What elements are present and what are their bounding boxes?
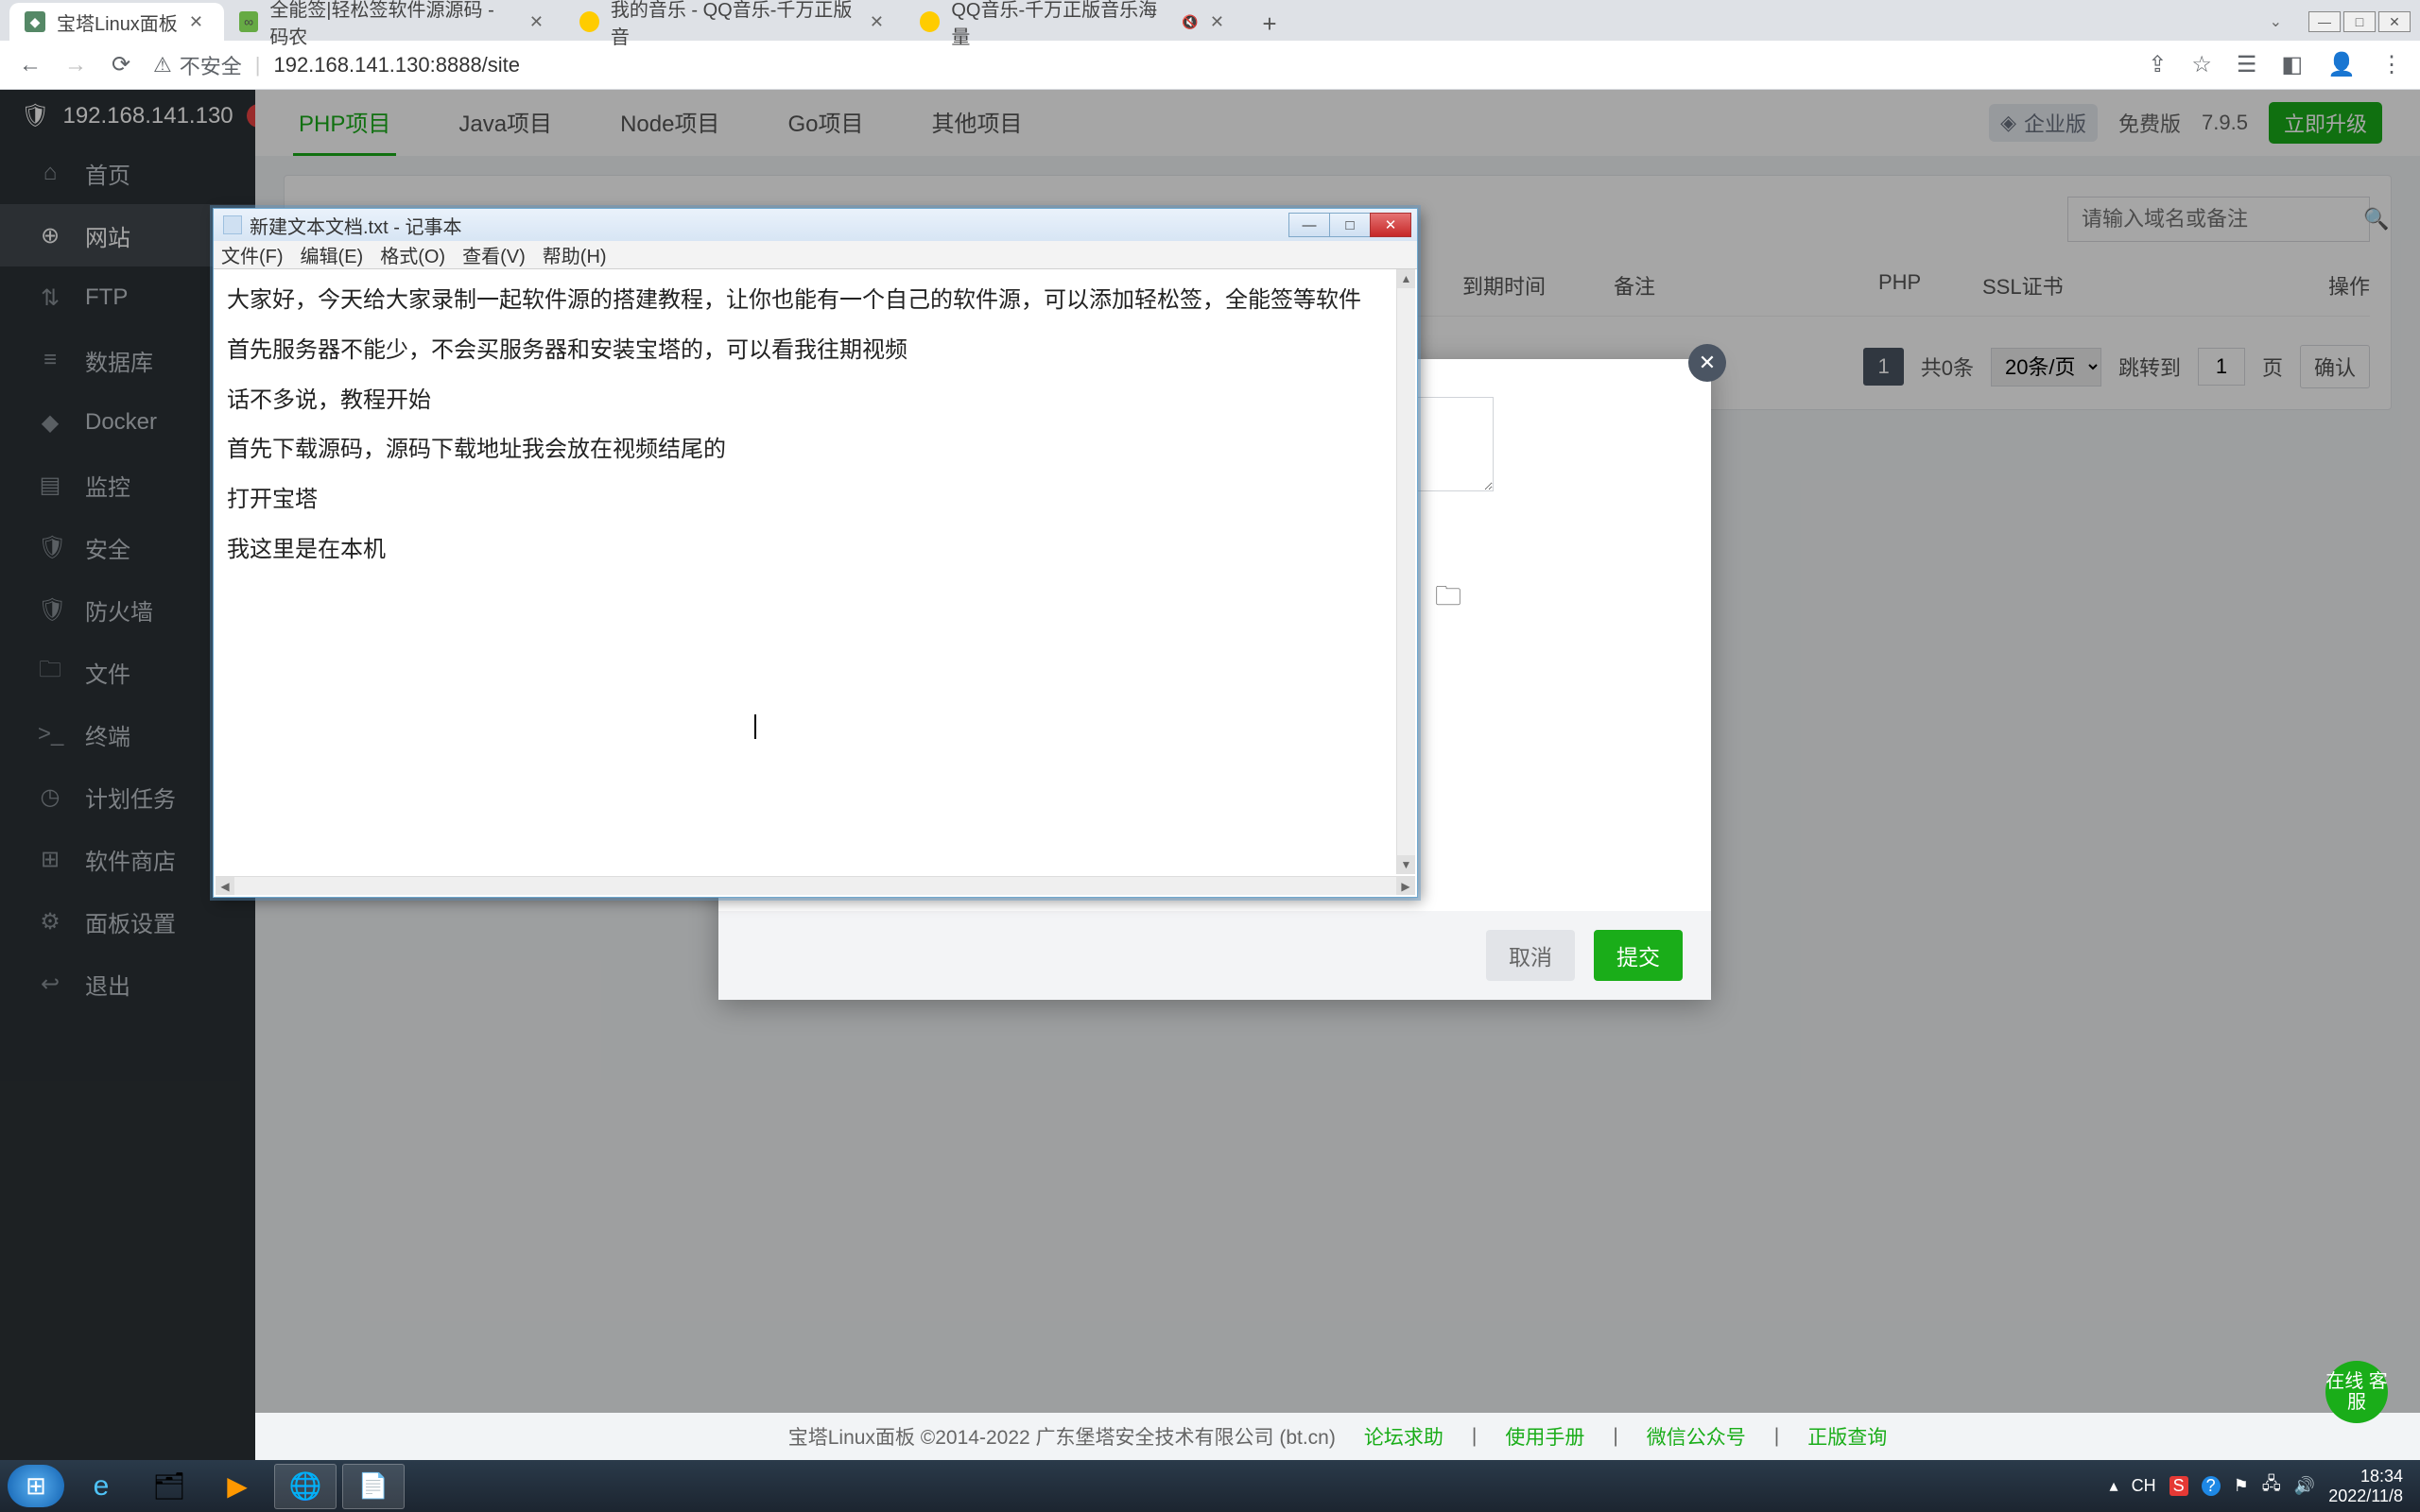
menu-edit[interactable]: 编辑(E): [301, 241, 364, 268]
browser-tabstrip: ◆ 宝塔Linux面板 ✕ ∞ 全能签|轻松签软件源源码 - 码农 ✕ 我的音乐…: [0, 0, 2420, 41]
notepad-minimize-button[interactable]: —: [1288, 213, 1330, 237]
favicon-bt-icon: ◆: [25, 11, 45, 32]
window-minimize-button[interactable]: —: [2308, 11, 2341, 32]
tray-help-icon[interactable]: ?: [2202, 1476, 2221, 1496]
start-button[interactable]: ⊞: [8, 1465, 64, 1507]
tab-close-icon[interactable]: ✕: [870, 12, 884, 32]
scroll-up-icon[interactable]: ▲: [1397, 269, 1415, 288]
taskbar-media[interactable]: ▶: [206, 1464, 268, 1509]
modal-close-button[interactable]: ✕: [1688, 344, 1726, 382]
tab-mute-icon[interactable]: 🔇: [1182, 14, 1198, 30]
notepad-app-icon: [223, 215, 242, 234]
bookmark-star-icon[interactable]: ☆: [2191, 51, 2212, 78]
panel-footer: 宝塔Linux面板 ©2014-2022 广东堡塔安全技术有限公司 (bt.cn…: [255, 1413, 2420, 1460]
browser-tab-3[interactable]: QQ音乐-千万正版音乐海量 🔇 ✕: [905, 3, 1245, 41]
menu-file[interactable]: 文件(F): [221, 241, 284, 268]
browser-tab-0[interactable]: ◆ 宝塔Linux面板 ✕: [9, 3, 224, 41]
url-field[interactable]: ⚠ 不安全 | 192.168.141.130:8888/site: [153, 48, 2129, 82]
browser-tab-1[interactable]: ∞ 全能签|轻松签软件源源码 - 码农 ✕: [224, 3, 564, 41]
tray-volume-icon[interactable]: 🔊: [2294, 1476, 2315, 1496]
notepad-textarea[interactable]: 大家好，今天给大家录制一起软件源的搭建教程，让你也能有一个自己的软件源，可以添加…: [216, 269, 1415, 874]
tray-action-icon[interactable]: ⚑: [2234, 1476, 2249, 1496]
taskbar-notepad[interactable]: 📄: [342, 1464, 405, 1509]
nav-reload-icon[interactable]: ⟳: [108, 51, 134, 78]
footer-link-manual[interactable]: 使用手册: [1505, 1422, 1584, 1451]
window-maximize-button[interactable]: □: [2343, 11, 2376, 32]
menu-format[interactable]: 格式(O): [380, 241, 445, 268]
text-cursor: [754, 704, 756, 748]
taskbar-chrome[interactable]: 🌐: [274, 1464, 337, 1509]
tab-close-icon[interactable]: ✕: [529, 12, 544, 32]
browser-tab-2[interactable]: 我的音乐 - QQ音乐-千万正版音 ✕: [564, 3, 905, 41]
folder-icon[interactable]: 🗀: [1435, 576, 1461, 622]
favicon-qq-icon: [920, 11, 940, 32]
notepad-scrollbar-horizontal[interactable]: ◀ ▶: [216, 876, 1415, 895]
window-close-button[interactable]: ✕: [2378, 11, 2411, 32]
new-tab-button[interactable]: +: [1253, 7, 1287, 41]
sidepanel-icon[interactable]: ◧: [2281, 51, 2303, 78]
favicon-icon: ∞: [239, 11, 258, 32]
notepad-window[interactable]: 新建文本文档.txt - 记事本 — □ ✕ 文件(F) 编辑(E) 格式(O)…: [213, 208, 1418, 898]
tab-title: QQ音乐-千万正版音乐海量: [951, 0, 1170, 49]
taskbar-clock[interactable]: 18:34 2022/11/8: [2328, 1467, 2403, 1505]
support-fab[interactable]: 在线 客服: [2325, 1361, 2388, 1423]
tab-title: 全能签|轻松签软件源源码 - 码农: [269, 0, 518, 49]
menu-help[interactable]: 帮助(H): [543, 241, 607, 268]
taskbar-ie[interactable]: e: [70, 1464, 132, 1509]
tab-close-icon[interactable]: ✕: [189, 12, 203, 32]
submit-button[interactable]: 提交: [1594, 930, 1683, 981]
profile-icon[interactable]: 👤: [2327, 51, 2356, 78]
footer-link-forum[interactable]: 论坛求助: [1364, 1422, 1443, 1451]
windows-taskbar: ⊞ e 🗂 ▶ 🌐 📄 ▴ CH S ? ⚑ 🖧 🔊 18:34 2022/11…: [0, 1460, 2420, 1512]
nav-forward-icon: →: [62, 52, 89, 78]
notepad-scrollbar-vertical[interactable]: ▲ ▼: [1396, 269, 1415, 874]
tray-sogou-icon[interactable]: S: [2169, 1476, 2188, 1496]
taskbar-explorer[interactable]: 🗂: [138, 1464, 200, 1509]
tabs-dropdown-icon[interactable]: ⌄: [2270, 12, 2282, 31]
notepad-maximize-button[interactable]: □: [1329, 213, 1371, 237]
tab-title: 我的音乐 - QQ音乐-千万正版音: [611, 0, 858, 49]
share-icon[interactable]: ⇪: [2148, 51, 2167, 78]
cancel-button[interactable]: 取消: [1486, 930, 1575, 981]
scroll-down-icon[interactable]: ▼: [1397, 855, 1415, 874]
tab-close-icon[interactable]: ✕: [1210, 12, 1224, 32]
footer-link-genuine[interactable]: 正版查询: [1807, 1422, 1887, 1451]
url-text: 192.168.141.130:8888/site: [273, 53, 520, 77]
tab-title: 宝塔Linux面板: [57, 9, 178, 36]
warning-icon: ⚠: [153, 53, 172, 77]
scroll-right-icon[interactable]: ▶: [1396, 877, 1415, 895]
footer-link-wechat[interactable]: 微信公众号: [1647, 1422, 1746, 1451]
tray-expand-icon[interactable]: ▴: [2110, 1476, 2118, 1496]
notepad-menubar: 文件(F) 编辑(E) 格式(O) 查看(V) 帮助(H): [214, 241, 1417, 269]
menu-view[interactable]: 查看(V): [462, 241, 526, 268]
tray-network-icon[interactable]: 🖧: [2262, 1472, 2281, 1501]
favicon-qq-icon: [579, 11, 599, 32]
reading-list-icon[interactable]: ☰: [2237, 51, 2257, 78]
browser-menu-icon[interactable]: ⋮: [2380, 51, 2403, 78]
tray-ime[interactable]: CH: [2132, 1476, 2156, 1496]
insecure-badge[interactable]: ⚠ 不安全: [153, 50, 242, 80]
copyright: 宝塔Linux面板 ©2014-2022 广东堡塔安全技术有限公司 (bt.cn…: [788, 1422, 1336, 1451]
nav-back-icon[interactable]: ←: [17, 52, 43, 78]
notepad-titlebar[interactable]: 新建文本文档.txt - 记事本 — □ ✕: [214, 209, 1417, 241]
notepad-close-button[interactable]: ✕: [1370, 213, 1411, 237]
scroll-left-icon[interactable]: ◀: [216, 877, 234, 895]
